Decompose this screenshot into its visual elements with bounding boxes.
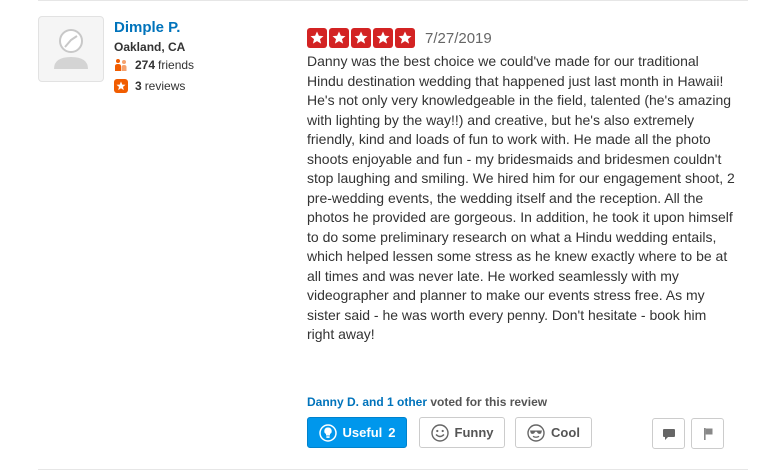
voters-link[interactable]: Danny D. and 1 other <box>307 395 427 409</box>
cool-label: Cool <box>551 425 580 440</box>
reviews-count: 3 reviews <box>114 79 185 93</box>
friends-count: 274 friends <box>114 58 194 72</box>
lightbulb-icon <box>318 423 337 442</box>
rating-star-icon <box>373 28 393 48</box>
rating-star-icon <box>307 28 327 48</box>
review-star-icon <box>114 79 128 93</box>
funny-button[interactable]: Funny <box>419 417 505 448</box>
top-divider <box>38 0 748 1</box>
comment-button[interactable] <box>652 418 685 449</box>
flag-icon <box>703 427 712 440</box>
speech-bubble-icon <box>662 428 675 440</box>
vote-summary: Danny D. and 1 other voted for this revi… <box>307 395 547 409</box>
sunglasses-icon <box>527 423 545 442</box>
user-avatar[interactable] <box>38 16 104 82</box>
rating-star-icon <box>329 28 349 48</box>
friends-icon <box>115 59 127 71</box>
review-text: Danny was the best choice we could've ma… <box>307 53 735 342</box>
useful-count: 2 <box>388 425 396 440</box>
smiley-icon <box>430 423 449 442</box>
cool-button[interactable]: Cool <box>515 417 592 448</box>
user-name-link[interactable]: Dimple P. <box>114 19 180 36</box>
bottom-divider <box>38 469 748 470</box>
default-user-icon <box>54 29 88 69</box>
useful-label: Useful <box>342 425 383 440</box>
reviews-number: 3 <box>135 79 142 93</box>
friends-label: friends <box>158 58 195 72</box>
reviews-label: reviews <box>144 79 186 93</box>
flag-button[interactable] <box>691 418 724 449</box>
rating-star-icon <box>351 28 371 48</box>
funny-label: Funny <box>454 425 494 440</box>
useful-button[interactable]: Useful 2 <box>307 417 407 448</box>
voted-text: voted for this review <box>430 395 548 409</box>
star-rating <box>307 28 415 48</box>
rating-star-icon <box>395 28 415 48</box>
user-location: Oakland, CA <box>114 40 186 54</box>
review-date: 7/27/2019 <box>425 30 492 47</box>
friends-number: 274 <box>135 58 156 72</box>
